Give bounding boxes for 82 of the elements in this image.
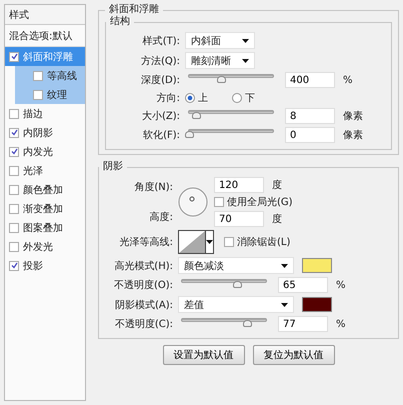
unit-label: 度 <box>272 212 282 226</box>
sidebar-item[interactable]: 图案叠加 <box>5 218 85 237</box>
dropdown[interactable]: 内斜面 <box>185 32 255 49</box>
field-label: 样式(T): <box>142 34 180 48</box>
value-field[interactable]: 120 <box>214 177 264 193</box>
field-label: 光泽等高线: <box>118 236 173 249</box>
checkbox[interactable] <box>9 204 19 214</box>
slider-thumb[interactable] <box>232 281 242 288</box>
caret-icon <box>206 240 213 244</box>
unit-label: 像素 <box>343 128 363 142</box>
sidebar-item[interactable]: 内阴影 <box>5 123 85 142</box>
checkbox[interactable] <box>9 242 19 252</box>
color-swatch[interactable] <box>302 297 332 312</box>
caret-icon <box>281 302 288 306</box>
dropdown[interactable]: 颜色减淡 <box>178 257 294 274</box>
contour-picker[interactable] <box>178 230 214 254</box>
caret-icon <box>242 38 249 42</box>
checkbox[interactable] <box>9 128 19 138</box>
unit-label: % <box>336 318 346 330</box>
caret-icon <box>242 58 249 62</box>
default-button[interactable]: 复位为默认值 <box>252 345 334 365</box>
section-title: 斜面和浮雕 <box>108 4 160 16</box>
radio-button[interactable] <box>232 93 242 103</box>
slider-thumb[interactable] <box>216 76 226 83</box>
slider-thumb[interactable] <box>192 112 201 119</box>
radio-button[interactable] <box>185 93 195 103</box>
value-field[interactable]: 70 <box>214 211 264 227</box>
unit-label: 度 <box>272 178 282 192</box>
slider-thumb[interactable] <box>185 131 194 138</box>
field-label: 高度: <box>150 210 173 224</box>
checkbox-label[interactable]: 消除锯齿(L) <box>237 235 290 249</box>
color-swatch[interactable] <box>302 258 332 273</box>
sidebar-item[interactable]: 外发光 <box>5 237 85 256</box>
checkbox[interactable] <box>33 70 43 80</box>
checkbox[interactable] <box>9 222 19 232</box>
unit-label: % <box>336 280 346 290</box>
radio-label[interactable]: 上 <box>198 91 208 105</box>
value-field[interactable]: 65 <box>278 277 328 293</box>
checkbox[interactable] <box>9 260 19 270</box>
checkbox[interactable] <box>9 108 19 118</box>
unit-label: % <box>343 74 353 86</box>
unit-label: 像素 <box>343 110 363 123</box>
field-label: 阴影模式(A): <box>114 298 173 312</box>
field-label: 高光模式(H): <box>113 260 173 272</box>
field-label: 方向: <box>156 92 180 105</box>
value-field[interactable]: 0 <box>285 127 335 143</box>
field-label: 软化(F): <box>142 129 180 142</box>
sidebar-item[interactable]: 渐变叠加 <box>5 199 85 218</box>
value-field[interactable]: 400 <box>285 72 335 88</box>
radio-label[interactable]: 下 <box>245 91 255 105</box>
value-field[interactable]: 77 <box>278 316 328 332</box>
sidebar-item[interactable]: 纹理 <box>15 85 85 104</box>
checkbox[interactable] <box>33 90 43 100</box>
checkbox[interactable] <box>9 184 19 194</box>
section-title: 结构 <box>109 16 131 28</box>
checkbox[interactable] <box>9 52 19 62</box>
checkbox-label[interactable]: 使用全局光(G) <box>227 195 293 209</box>
sidebar-item[interactable]: 光泽 <box>5 161 85 180</box>
slider-thumb[interactable] <box>242 320 252 327</box>
sidebar-header: 样式 <box>5 5 85 25</box>
field-label: 方法(Q): <box>140 54 180 68</box>
angle-dial-icon[interactable] <box>178 187 208 217</box>
field-label: 不透明度(O): <box>112 278 173 292</box>
sidebar-item[interactable]: 等高线 <box>15 66 85 85</box>
field-label: 不透明度(C): <box>114 318 173 331</box>
field-label: 深度(D): <box>140 74 180 87</box>
value-field[interactable]: 8 <box>285 108 335 124</box>
checkbox[interactable] <box>214 197 224 207</box>
caret-icon <box>281 264 288 268</box>
field-label: 大小(Z): <box>140 110 180 123</box>
sidebar-item[interactable]: 颜色叠加 <box>5 180 85 199</box>
dropdown[interactable]: 雕刻清晰 <box>185 52 255 69</box>
checkbox[interactable] <box>9 146 19 156</box>
checkbox[interactable] <box>9 166 19 176</box>
sidebar-item[interactable]: 内发光 <box>5 142 85 161</box>
default-button[interactable]: 设置为默认值 <box>162 345 244 365</box>
section-title: 阴影 <box>102 161 124 173</box>
field-label: 角度(N): <box>134 180 173 194</box>
dropdown[interactable]: 差值 <box>178 296 294 313</box>
sidebar-item[interactable]: 投影 <box>5 256 85 275</box>
checkbox[interactable] <box>224 237 234 247</box>
sidebar-item[interactable]: 描边 <box>5 104 85 123</box>
